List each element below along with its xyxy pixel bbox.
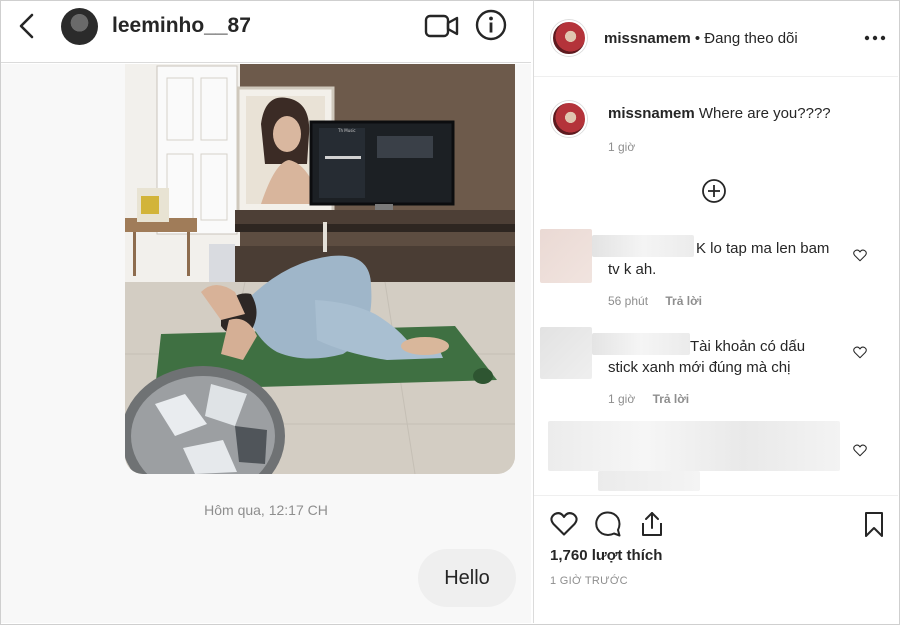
- yoga-photo-illustration: Th Music: [125, 64, 515, 474]
- back-arrow-icon[interactable]: [15, 11, 39, 41]
- dm-username[interactable]: leeminho__87: [112, 14, 251, 38]
- divider: [534, 495, 898, 496]
- share-icon[interactable]: [638, 510, 666, 538]
- load-more-comments-icon[interactable]: [701, 178, 727, 204]
- message-thread: Th Music Hôm qua, 12:17 CH Hello: [1, 64, 531, 623]
- message-bubble[interactable]: Hello: [418, 549, 516, 607]
- post-author-username[interactable]: missnamem: [604, 30, 691, 47]
- message-timestamp: Hôm qua, 12:17 CH: [204, 502, 328, 518]
- blurred-username: [592, 333, 690, 355]
- dm-panel: leeminho__87 Th Music Hôm qua, 12:17 CH …: [1, 1, 531, 623]
- comment-time: 56 phút: [608, 294, 649, 308]
- like-comment-icon[interactable]: [853, 249, 867, 262]
- blurred-comment: [598, 471, 700, 491]
- heart-icon[interactable]: [550, 510, 578, 538]
- comment-icon[interactable]: [594, 510, 622, 538]
- reply-button[interactable]: Trả lời: [653, 392, 690, 406]
- avatar[interactable]: [61, 8, 98, 45]
- post-panel: missnamem • Đang theo dõi missnamem Wher…: [533, 1, 898, 623]
- blurred-avatar: [540, 327, 592, 379]
- info-icon[interactable]: [475, 9, 507, 41]
- follow-status[interactable]: • Đang theo dõi: [695, 30, 798, 47]
- video-call-icon[interactable]: [424, 12, 460, 40]
- like-comment-icon[interactable]: [853, 444, 867, 457]
- more-options-icon[interactable]: [864, 34, 886, 42]
- caption-avatar[interactable]: [551, 101, 587, 137]
- post-header: missnamem • Đang theo dõi: [534, 1, 898, 77]
- comment-text-line: K lo tap ma len bam: [696, 240, 830, 257]
- bookmark-icon[interactable]: [860, 510, 888, 538]
- comment-text-line: tv k ah.: [608, 261, 657, 278]
- blurred-comment: [548, 421, 840, 471]
- post-caption: missnamem Where are you????: [608, 105, 831, 122]
- blurred-username: [592, 235, 694, 257]
- likes-count[interactable]: 1,760 lượt thích: [550, 547, 662, 564]
- caption-text: Where are you????: [698, 105, 831, 122]
- post-date: 1 GIỜ TRƯỚC: [550, 575, 628, 587]
- comment-meta: 1 giờ Trả lời: [608, 392, 689, 406]
- caption-time: 1 giờ: [608, 140, 636, 154]
- author-avatar[interactable]: [551, 20, 587, 56]
- comment-time: 1 giờ: [608, 392, 636, 406]
- post-author-line: missnamem • Đang theo dõi: [604, 30, 798, 47]
- like-comment-icon[interactable]: [853, 346, 867, 359]
- dm-header: leeminho__87: [1, 1, 531, 63]
- shared-photo[interactable]: Th Music: [125, 64, 515, 474]
- reply-button[interactable]: Trả lời: [665, 294, 702, 308]
- comment-meta: 56 phút Trả lời: [608, 294, 702, 308]
- caption-username[interactable]: missnamem: [608, 105, 695, 122]
- comment-text-line: Tài khoản có dấu: [690, 338, 806, 355]
- tv-screen-text: Th Music: [337, 128, 356, 133]
- blurred-avatar: [540, 229, 592, 283]
- comment-text-line: stick xanh mới đúng mà chị: [608, 359, 791, 376]
